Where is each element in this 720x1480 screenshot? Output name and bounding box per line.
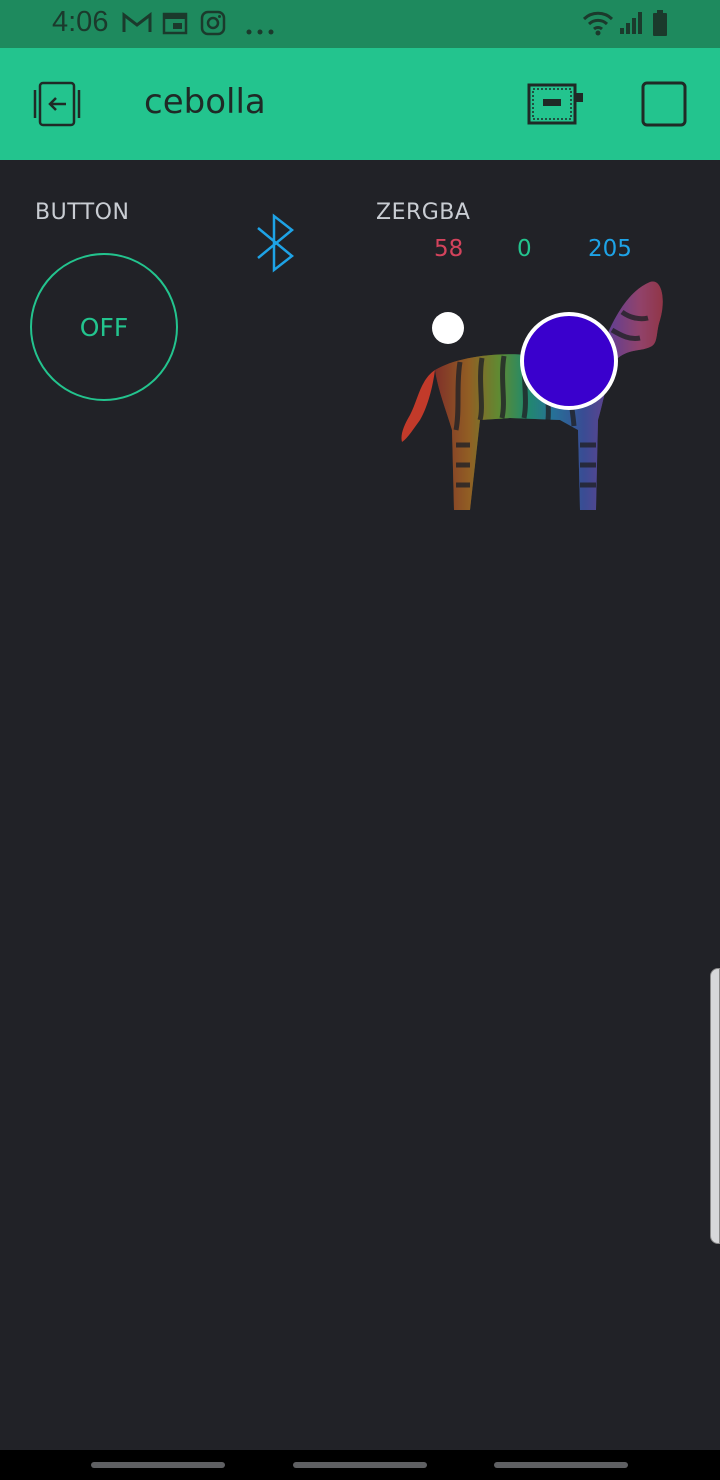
button-state-text: OFF bbox=[79, 312, 129, 342]
signal-icon bbox=[618, 10, 644, 40]
zergba-widget-label: ZERGBA bbox=[376, 200, 471, 225]
gmail-icon bbox=[122, 11, 152, 38]
status-time: 4:06 bbox=[52, 6, 109, 38]
zebra-image bbox=[401, 281, 663, 510]
selected-color-handle[interactable] bbox=[520, 312, 618, 410]
zebra-color-picker[interactable] bbox=[390, 270, 680, 530]
more-dots-icon bbox=[246, 20, 276, 39]
project-title: cebolla bbox=[144, 82, 266, 122]
bluetooth-icon[interactable] bbox=[254, 212, 298, 278]
red-value: 58 bbox=[434, 236, 464, 262]
edge-panel-handle[interactable] bbox=[710, 968, 720, 1244]
dashboard-canvas: BUTTON OFF ZERGBA 58 0 205 bbox=[0, 160, 720, 1450]
back-button[interactable] bbox=[494, 1462, 628, 1468]
button-widget-label: BUTTON bbox=[35, 200, 130, 225]
exit-button[interactable] bbox=[32, 80, 82, 132]
stop-button[interactable] bbox=[641, 81, 687, 131]
battery-icon bbox=[651, 9, 669, 41]
wifi-icon bbox=[582, 10, 614, 40]
home-button[interactable] bbox=[293, 1462, 427, 1468]
picker-origin-dot bbox=[432, 312, 464, 344]
calendar-icon bbox=[162, 11, 188, 39]
green-value: 0 bbox=[517, 236, 532, 262]
device-status-icon[interactable] bbox=[527, 82, 585, 130]
instagram-icon bbox=[200, 10, 226, 40]
recent-apps-button[interactable] bbox=[91, 1462, 225, 1468]
navigation-bar bbox=[0, 1450, 720, 1480]
blue-value: 205 bbox=[588, 236, 632, 262]
app-bar: cebolla bbox=[0, 48, 720, 160]
off-button[interactable]: OFF bbox=[30, 253, 178, 401]
status-bar: 4:06 bbox=[0, 0, 720, 48]
